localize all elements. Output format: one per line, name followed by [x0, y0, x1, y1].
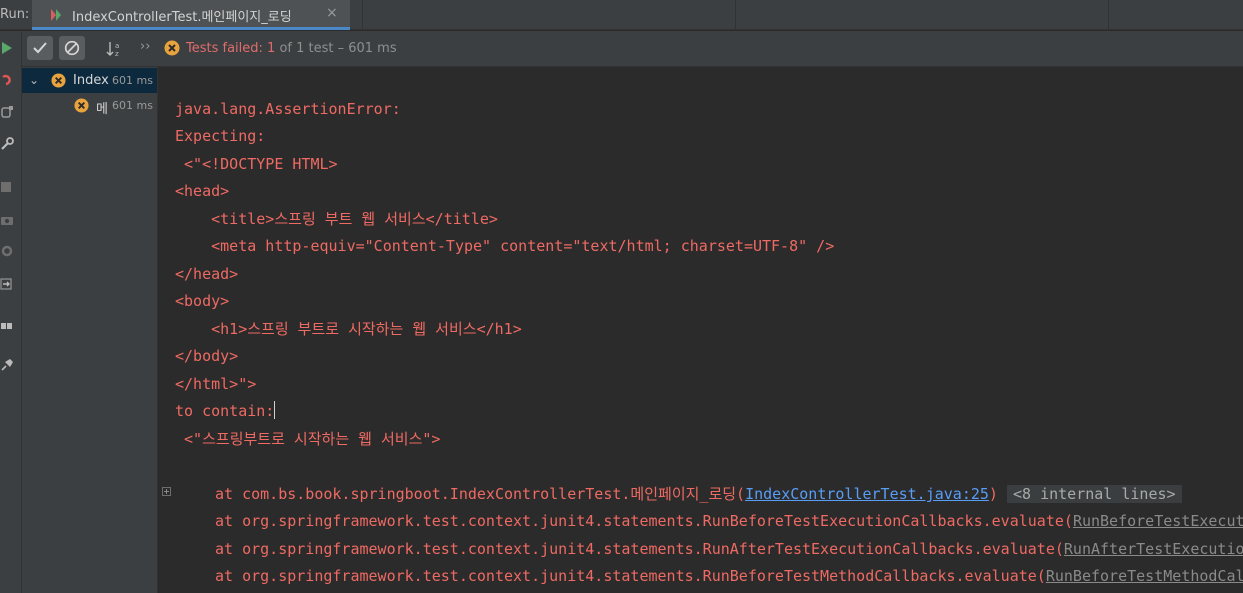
- console-line: <head>: [175, 182, 230, 200]
- pin-icon[interactable]: [0, 358, 14, 372]
- svg-text:z: z: [115, 50, 119, 58]
- test-toolbar: az ›› Tests failed: 1 of 1 test – 601 ms: [22, 31, 1243, 67]
- expand-arrow-icon[interactable]: ⌄: [29, 73, 39, 87]
- run-label: Run:: [0, 7, 30, 22]
- text-cursor: [274, 401, 276, 419]
- checkmark-icon: [33, 42, 47, 54]
- tree-item-test-method[interactable]: 메인페이지_로딩 601 ms: [22, 93, 157, 118]
- console-line: <meta http-equiv="Content-Type" content=…: [175, 237, 835, 255]
- test-status: Tests failed: 1 of 1 test – 601 ms: [186, 41, 397, 56]
- test-failed-icon: [74, 98, 89, 113]
- source-link[interactable]: RunBeforeTestMethodCallbacks.java:75: [1046, 567, 1243, 585]
- svg-text:a: a: [115, 42, 119, 50]
- tree-item-label: 메인페이지_로딩: [96, 102, 109, 117]
- console-line: </head>: [175, 265, 239, 283]
- show-passed-button[interactable]: [27, 36, 53, 60]
- wrench-icon[interactable]: [0, 137, 14, 151]
- console-line: </html>">: [175, 375, 257, 393]
- console-line: java.lang.AssertionError:: [175, 100, 401, 118]
- console-line: <body>: [175, 292, 230, 310]
- rerun-icon[interactable]: [0, 41, 14, 55]
- stack-frame-text: at com.bs.book.springboot.IndexControlle…: [215, 485, 746, 503]
- test-tree: ⌄ IndexControllerTest 601 ms 메인페이지_로딩 60…: [22, 67, 158, 593]
- stack-frame-text: at org.springframework.test.context.juni…: [215, 567, 1046, 585]
- settings-icon[interactable]: [0, 244, 14, 258]
- status-summary: of 1 test – 601 ms: [275, 41, 397, 56]
- toggle-auto-test-icon[interactable]: [0, 105, 14, 119]
- test-config-icon: [51, 9, 61, 21]
- console-line: <"<!DOCTYPE HTML>: [175, 155, 338, 173]
- tree-item-duration: 601 ms: [112, 99, 153, 112]
- ignored-icon: [64, 40, 80, 56]
- test-failed-icon: [51, 73, 66, 88]
- stack-trace-line: at org.springframework.test.context.juni…: [215, 539, 1243, 559]
- rerun-failed-icon[interactable]: [0, 73, 14, 87]
- test-failed-icon: [164, 40, 180, 56]
- tab-divider: [1108, 0, 1109, 30]
- source-link[interactable]: RunAfterTestExecutionCallbacks.java:84: [1064, 540, 1243, 558]
- tree-item-duration: 601 ms: [112, 74, 153, 87]
- layout-icon[interactable]: [0, 319, 14, 333]
- tree-item-test-class[interactable]: ⌄ IndexControllerTest 601 ms: [22, 68, 157, 93]
- stack-trace-line: at com.bs.book.springboot.IndexControlle…: [215, 484, 1182, 504]
- more-actions-icon[interactable]: ››: [140, 39, 150, 54]
- internal-lines-fold[interactable]: <8 internal lines>: [1006, 485, 1182, 503]
- stack-trace-line: at org.springframework.test.context.juni…: [215, 566, 1243, 586]
- run-side-toolbar: [0, 31, 22, 593]
- active-tab-indicator: [32, 27, 350, 30]
- camera-icon[interactable]: [0, 213, 14, 227]
- stop-icon[interactable]: [0, 180, 14, 194]
- close-icon[interactable]: ×: [326, 5, 338, 21]
- stack-frame-text: at org.springframework.test.context.juni…: [215, 512, 1073, 530]
- console-output[interactable]: java.lang.AssertionError: Expecting: <"<…: [159, 67, 1243, 593]
- console-line-text: to contain:: [175, 402, 275, 420]
- run-tab[interactable]: IndexControllerTest.메인페이지_로딩 ×: [32, 0, 350, 30]
- console-line: to contain:: [175, 401, 276, 421]
- tree-item-label: IndexControllerTest: [73, 73, 109, 88]
- tab-divider: [735, 0, 736, 30]
- sort-alphabetically-icon: az: [106, 42, 119, 58]
- tab-divider: [362, 0, 363, 30]
- console-line: <title>스프링 부트 웹 서비스</title>: [175, 210, 498, 228]
- console-line: Expecting:: [175, 127, 266, 145]
- exit-icon[interactable]: [0, 277, 14, 291]
- run-tab-bar: Run: IndexControllerTest.메인페이지_로딩 ×: [0, 0, 1243, 30]
- stack-frame-suffix: ): [988, 485, 998, 503]
- expand-fold-icon[interactable]: [162, 487, 171, 496]
- show-ignored-button[interactable]: [59, 36, 85, 60]
- console-line: </body>: [175, 347, 239, 365]
- tab-title: IndexControllerTest.메인페이지_로딩: [72, 10, 292, 25]
- console-line: <h1>스프링 부트로 시작하는 웹 서비스</h1>: [175, 320, 522, 338]
- stack-trace-line: at org.springframework.test.context.juni…: [215, 511, 1243, 531]
- stack-frame-text: at org.springframework.test.context.juni…: [215, 540, 1064, 558]
- source-link[interactable]: RunBeforeTestExecutionCallbacks.java:74: [1073, 512, 1243, 530]
- source-link[interactable]: IndexControllerTest.java:25: [745, 485, 989, 503]
- console-line: <"스프링부트로 시작하는 웹 서비스">: [175, 430, 441, 448]
- status-failed-count: Tests failed: 1: [186, 41, 276, 56]
- sort-button[interactable]: az: [101, 36, 127, 60]
